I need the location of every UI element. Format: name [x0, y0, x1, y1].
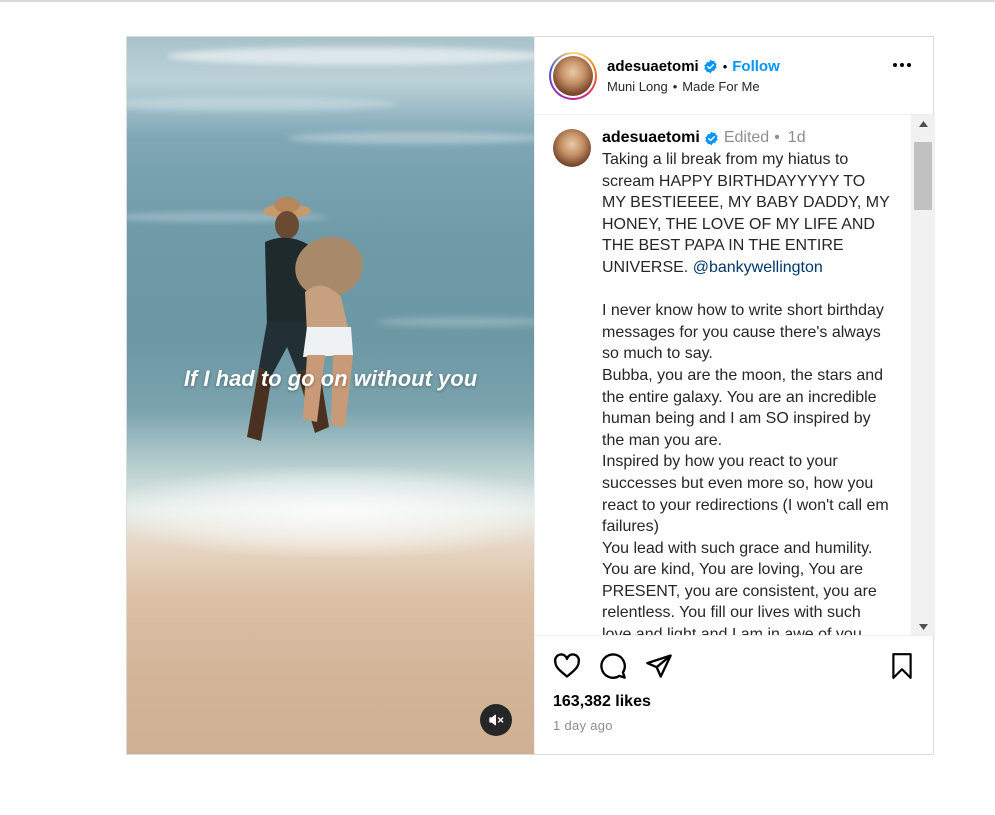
caption-area: adesuaetomi Edited • 1d Taking a lil bre… — [535, 115, 909, 635]
caption-scrollbar[interactable] — [911, 115, 935, 635]
share-icon[interactable] — [645, 652, 673, 680]
header-text: adesuaetomi • Follow Muni Long • Made Fo… — [607, 58, 780, 94]
audio-separator: • — [672, 78, 678, 94]
header-dot: • — [722, 58, 728, 74]
caption-username[interactable]: adesuaetomi — [602, 129, 700, 147]
caption-paragraph: Taking a lil break from my hiatus to scr… — [602, 149, 892, 279]
post-dialog: If I had to go on without you adesuaetom… — [126, 36, 935, 755]
caption-para3: Bubba, you are the moon, the stars and t… — [602, 366, 884, 449]
verified-badge-icon — [703, 59, 718, 74]
wave — [167, 47, 534, 65]
caption-para4: Inspired by how you react to your succes… — [602, 453, 889, 536]
audio-song[interactable]: Made For Me — [682, 79, 759, 94]
post-sidebar: adesuaetomi • Follow Muni Long • Made Fo… — [534, 37, 935, 755]
avatar[interactable] — [549, 51, 597, 100]
scrollbar-thumb[interactable] — [914, 142, 932, 210]
mute-button[interactable] — [480, 704, 512, 736]
edited-label: Edited — [723, 129, 770, 146]
caption-para5: You lead with such grace and humility. Y… — [602, 539, 877, 635]
caption-text: Taking a lil break from my hiatus to scr… — [602, 149, 892, 635]
caption-dot: • — [774, 129, 780, 146]
scroll-up-arrow-icon[interactable] — [911, 115, 935, 132]
speaker-muted-icon — [489, 714, 504, 726]
avatar-border — [551, 53, 595, 98]
audio-row[interactable]: Muni Long • Made For Me — [607, 79, 780, 94]
video-overlay-text: If I had to go on without you — [183, 366, 478, 391]
audio-artist[interactable]: Muni Long — [607, 79, 668, 94]
post-header: adesuaetomi • Follow Muni Long • Made Fo… — [535, 37, 933, 115]
more-options-icon[interactable] — [893, 63, 911, 67]
post-actions: 163,382 likes 1 day ago — [535, 635, 935, 755]
video-player[interactable]: If I had to go on without you — [127, 37, 534, 754]
caption-para1: Taking a lil break from my hiatus to scr… — [602, 151, 890, 276]
scroll-down-arrow-icon[interactable] — [911, 618, 935, 635]
avatar-photo — [553, 55, 593, 96]
heart-icon[interactable] — [553, 652, 581, 680]
top-divider — [0, 0, 995, 2]
action-icons — [553, 652, 673, 680]
wave — [287, 132, 534, 144]
bookmark-icon[interactable] — [889, 652, 915, 685]
wave — [377, 317, 534, 327]
caption-body: adesuaetomi Edited • 1d Taking a lil bre… — [602, 129, 892, 635]
caption-header: adesuaetomi Edited • 1d — [602, 129, 892, 147]
comment-icon[interactable] — [599, 652, 627, 680]
header-username[interactable]: adesuaetomi — [607, 58, 699, 75]
verified-badge-icon — [704, 131, 719, 146]
wave — [127, 97, 397, 111]
caption-avatar[interactable] — [553, 129, 591, 167]
likes-count[interactable]: 163,382 likes — [553, 693, 651, 711]
mention-link[interactable]: @bankywellington — [693, 259, 823, 276]
caption-para2: I never know how to write short birthday… — [602, 302, 884, 363]
header-user-row: adesuaetomi • Follow — [607, 58, 780, 75]
caption: adesuaetomi Edited • 1d Taking a lil bre… — [535, 115, 909, 635]
caption-age[interactable]: 1d — [788, 129, 806, 147]
people-on-beach — [247, 197, 363, 441]
follow-button[interactable]: Follow — [732, 58, 780, 75]
post-time[interactable]: 1 day ago — [553, 718, 613, 733]
